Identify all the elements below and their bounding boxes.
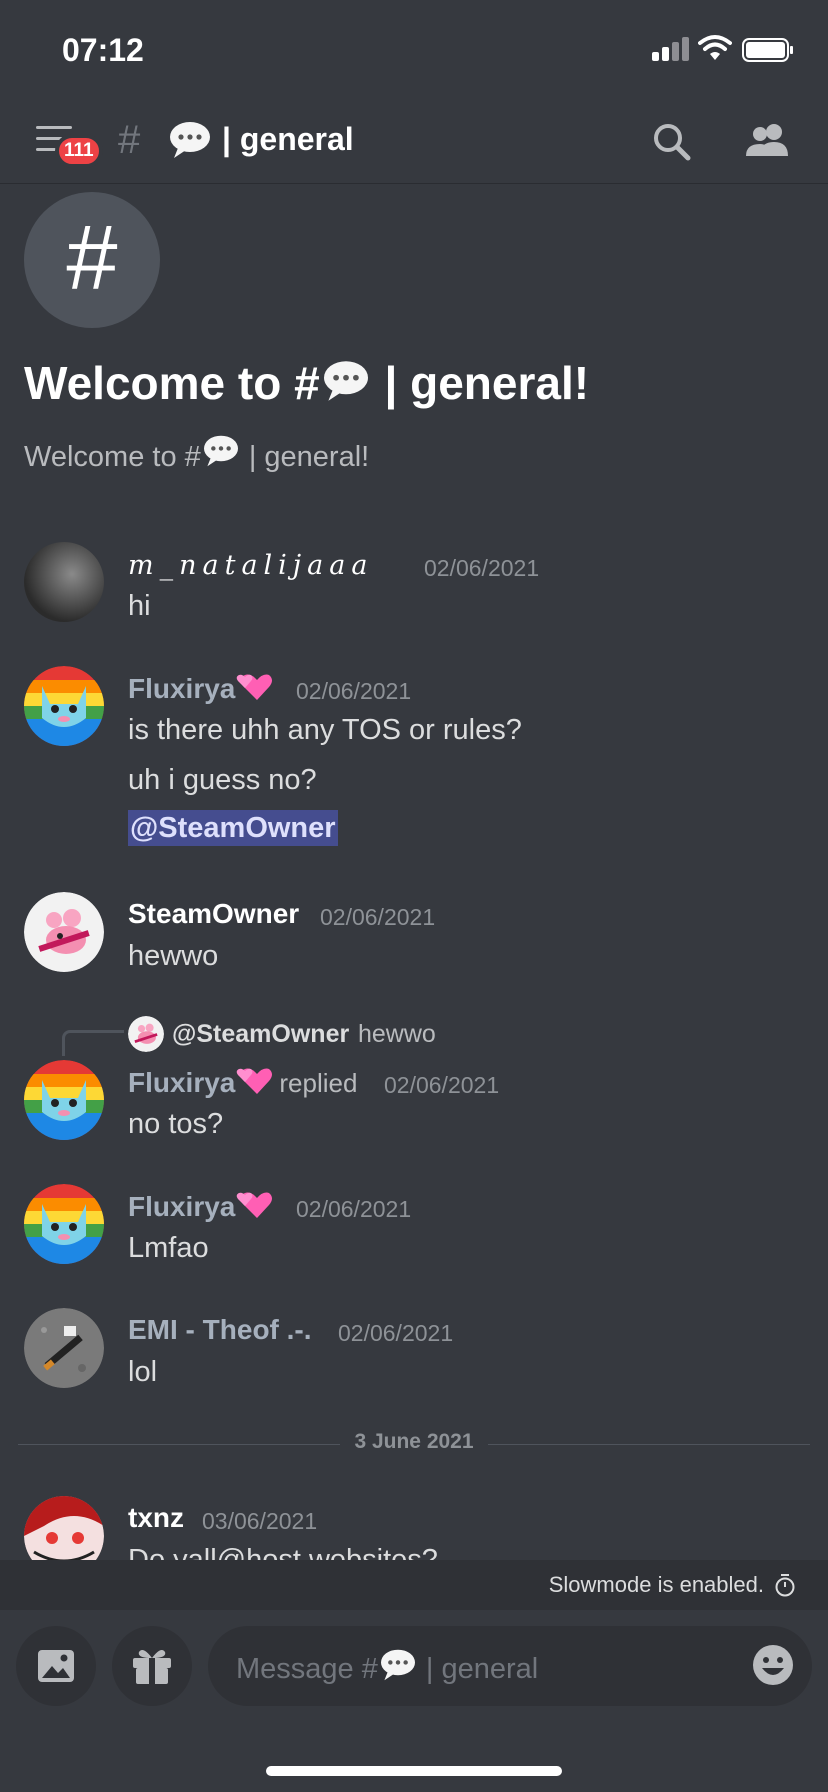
two-hearts-icon <box>237 1068 273 1094</box>
message-timestamp: 03/06/2021 <box>202 1508 318 1534</box>
message-author[interactable]: EMI - Theof .-. <box>128 1314 312 1346</box>
message-author[interactable]: Fluxirya <box>128 672 273 705</box>
slowmode-bar: Slowmode is enabled. <box>0 1560 828 1610</box>
message-timestamp: 02/06/2021 <box>320 904 436 930</box>
message-author[interactable]: m_natalijaaa <box>128 550 373 581</box>
message-text: is there uhh any TOS or rules? <box>128 714 522 746</box>
two-hearts-icon <box>237 1192 273 1218</box>
avatar[interactable] <box>24 1308 104 1388</box>
timer-icon <box>775 1574 795 1597</box>
avatar[interactable] <box>24 1496 104 1560</box>
message-text: Lmfao <box>128 1232 209 1264</box>
slowmode-text: Slowmode is enabled. <box>548 1572 764 1597</box>
message-list[interactable]: # Welcome to # | general! Welcome to # |… <box>0 184 828 1560</box>
avatar[interactable] <box>24 666 104 746</box>
members-icon[interactable] <box>742 120 794 164</box>
message-author[interactable]: Fluxirya <box>128 1190 273 1223</box>
message-timestamp: 02/06/2021 <box>424 555 540 581</box>
wifi-icon <box>698 35 732 60</box>
welcome-subtitle: Welcome to # | general! <box>24 434 369 474</box>
user-mention[interactable]: @SteamOwner <box>128 810 338 846</box>
cellular-signal-icon <box>652 37 690 61</box>
status-bar: 07:12 <box>0 0 828 100</box>
avatar[interactable] <box>24 1060 104 1140</box>
date-divider: 3 June 2021 <box>340 1430 488 1454</box>
image-icon <box>38 1650 74 1682</box>
message-text: lol <box>128 1356 158 1388</box>
replied-label: replied <box>279 1068 358 1098</box>
message-timestamp: 02/06/2021 <box>384 1072 500 1098</box>
speech-bubble-icon <box>380 1649 415 1681</box>
two-hearts-icon <box>237 674 273 700</box>
message-author[interactable]: SteamOwner <box>128 898 299 930</box>
composer: Message # | general <box>0 1610 828 1792</box>
message-timestamp: 02/06/2021 <box>296 1196 412 1222</box>
channel-title: | general <box>222 121 354 157</box>
message-input[interactable]: Message # | general <box>208 1626 812 1706</box>
reply-avatar[interactable] <box>128 1016 164 1052</box>
home-indicator[interactable] <box>266 1766 562 1776</box>
message-text: uh i guess no? <box>128 764 317 796</box>
message-author[interactable]: Fluxirya replied <box>128 1066 357 1099</box>
message-timestamp: 02/06/2021 <box>338 1320 454 1346</box>
notification-badge: 111 <box>55 134 103 168</box>
welcome-title: Welcome to # | general! <box>24 357 590 409</box>
reply-preview[interactable]: hewwo <box>358 1020 436 1049</box>
channel-hash-icon: # <box>118 118 141 162</box>
search-icon[interactable] <box>650 120 694 164</box>
speech-bubble-icon <box>323 361 368 401</box>
message-text: Do yall@host websites? <box>128 1544 438 1560</box>
avatar[interactable] <box>24 542 104 622</box>
reply-author[interactable]: @SteamOwner <box>172 1020 349 1049</box>
gift-button[interactable] <box>112 1626 192 1706</box>
status-time: 07:12 <box>62 32 144 68</box>
speech-bubble-icon <box>170 122 210 158</box>
avatar[interactable] <box>24 1184 104 1264</box>
channel-header: 111 # | general <box>0 100 828 184</box>
attach-image-button[interactable] <box>16 1626 96 1706</box>
message-text: hewwo <box>128 940 219 972</box>
avatar[interactable] <box>24 892 104 972</box>
channel-hash-icon-large: # <box>24 192 160 328</box>
message-timestamp: 02/06/2021 <box>296 678 412 704</box>
battery-icon <box>742 38 793 62</box>
message-text: hi <box>128 590 151 622</box>
message-text: no tos? <box>128 1108 224 1140</box>
emoji-icon[interactable] <box>752 1644 794 1686</box>
reply-connector <box>62 1030 124 1056</box>
speech-bubble-icon <box>203 435 238 467</box>
message-author[interactable]: txnz <box>128 1502 184 1534</box>
gift-icon <box>133 1650 171 1684</box>
message-text: @SteamOwner <box>128 810 338 846</box>
message-placeholder: Message # | general <box>236 1648 538 1686</box>
